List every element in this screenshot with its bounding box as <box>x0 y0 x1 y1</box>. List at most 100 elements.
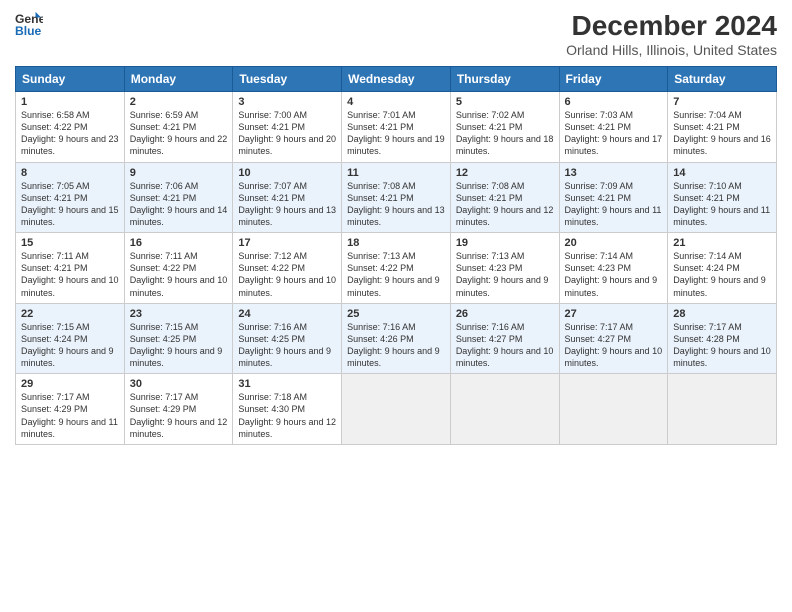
calendar-cell: 20Sunrise: 7:14 AMSunset: 4:23 PMDayligh… <box>559 233 668 304</box>
day-info: Sunrise: 7:11 AMSunset: 4:22 PMDaylight:… <box>130 250 228 299</box>
day-info: Sunrise: 7:05 AMSunset: 4:21 PMDaylight:… <box>21 180 119 229</box>
calendar-cell: 19Sunrise: 7:13 AMSunset: 4:23 PMDayligh… <box>450 233 559 304</box>
day-number: 14 <box>673 167 771 179</box>
title-block: December 2024 Orland Hills, Illinois, Un… <box>566 10 777 58</box>
day-number: 23 <box>130 308 228 320</box>
day-number: 22 <box>21 308 119 320</box>
day-number: 6 <box>565 96 663 108</box>
day-info: Sunrise: 7:16 AMSunset: 4:25 PMDaylight:… <box>238 321 336 370</box>
day-info: Sunrise: 7:02 AMSunset: 4:21 PMDaylight:… <box>456 109 554 158</box>
day-info: Sunrise: 7:16 AMSunset: 4:26 PMDaylight:… <box>347 321 445 370</box>
calendar-cell: 18Sunrise: 7:13 AMSunset: 4:22 PMDayligh… <box>342 233 451 304</box>
day-info: Sunrise: 7:09 AMSunset: 4:21 PMDaylight:… <box>565 180 663 229</box>
weekday-header: Tuesday <box>233 67 342 92</box>
calendar-cell <box>342 374 451 445</box>
day-number: 5 <box>456 96 554 108</box>
calendar-cell: 25Sunrise: 7:16 AMSunset: 4:26 PMDayligh… <box>342 303 451 374</box>
day-number: 3 <box>238 96 336 108</box>
weekday-header: Saturday <box>668 67 777 92</box>
day-info: Sunrise: 7:13 AMSunset: 4:22 PMDaylight:… <box>347 250 445 299</box>
calendar-week-row: 29Sunrise: 7:17 AMSunset: 4:29 PMDayligh… <box>16 374 777 445</box>
day-info: Sunrise: 7:08 AMSunset: 4:21 PMDaylight:… <box>456 180 554 229</box>
calendar-cell: 4Sunrise: 7:01 AMSunset: 4:21 PMDaylight… <box>342 92 451 163</box>
day-number: 2 <box>130 96 228 108</box>
header: General Blue December 2024 Orland Hills,… <box>15 10 777 58</box>
day-info: Sunrise: 7:15 AMSunset: 4:24 PMDaylight:… <box>21 321 119 370</box>
day-number: 29 <box>21 378 119 390</box>
day-number: 31 <box>238 378 336 390</box>
calendar-cell: 12Sunrise: 7:08 AMSunset: 4:21 PMDayligh… <box>450 162 559 233</box>
calendar-cell: 9Sunrise: 7:06 AMSunset: 4:21 PMDaylight… <box>124 162 233 233</box>
calendar-cell: 3Sunrise: 7:00 AMSunset: 4:21 PMDaylight… <box>233 92 342 163</box>
day-info: Sunrise: 7:06 AMSunset: 4:21 PMDaylight:… <box>130 180 228 229</box>
calendar-cell: 30Sunrise: 7:17 AMSunset: 4:29 PMDayligh… <box>124 374 233 445</box>
day-number: 26 <box>456 308 554 320</box>
day-info: Sunrise: 7:14 AMSunset: 4:23 PMDaylight:… <box>565 250 663 299</box>
day-info: Sunrise: 7:17 AMSunset: 4:29 PMDaylight:… <box>21 391 119 440</box>
weekday-header: Sunday <box>16 67 125 92</box>
logo-icon: General Blue <box>15 10 43 38</box>
day-info: Sunrise: 7:15 AMSunset: 4:25 PMDaylight:… <box>130 321 228 370</box>
weekday-header: Friday <box>559 67 668 92</box>
day-number: 9 <box>130 167 228 179</box>
calendar-cell <box>668 374 777 445</box>
day-info: Sunrise: 7:17 AMSunset: 4:28 PMDaylight:… <box>673 321 771 370</box>
day-info: Sunrise: 6:58 AMSunset: 4:22 PMDaylight:… <box>21 109 119 158</box>
day-number: 30 <box>130 378 228 390</box>
calendar-cell: 13Sunrise: 7:09 AMSunset: 4:21 PMDayligh… <box>559 162 668 233</box>
calendar-cell: 26Sunrise: 7:16 AMSunset: 4:27 PMDayligh… <box>450 303 559 374</box>
day-info: Sunrise: 7:00 AMSunset: 4:21 PMDaylight:… <box>238 109 336 158</box>
calendar-cell: 28Sunrise: 7:17 AMSunset: 4:28 PMDayligh… <box>668 303 777 374</box>
day-info: Sunrise: 7:18 AMSunset: 4:30 PMDaylight:… <box>238 391 336 440</box>
calendar-cell: 22Sunrise: 7:15 AMSunset: 4:24 PMDayligh… <box>16 303 125 374</box>
day-number: 28 <box>673 308 771 320</box>
weekday-header: Monday <box>124 67 233 92</box>
calendar-cell: 17Sunrise: 7:12 AMSunset: 4:22 PMDayligh… <box>233 233 342 304</box>
day-number: 16 <box>130 237 228 249</box>
calendar-cell: 6Sunrise: 7:03 AMSunset: 4:21 PMDaylight… <box>559 92 668 163</box>
day-number: 18 <box>347 237 445 249</box>
calendar-cell: 31Sunrise: 7:18 AMSunset: 4:30 PMDayligh… <box>233 374 342 445</box>
calendar-week-row: 15Sunrise: 7:11 AMSunset: 4:21 PMDayligh… <box>16 233 777 304</box>
day-info: Sunrise: 7:04 AMSunset: 4:21 PMDaylight:… <box>673 109 771 158</box>
day-info: Sunrise: 7:11 AMSunset: 4:21 PMDaylight:… <box>21 250 119 299</box>
day-info: Sunrise: 7:16 AMSunset: 4:27 PMDaylight:… <box>456 321 554 370</box>
calendar-week-row: 22Sunrise: 7:15 AMSunset: 4:24 PMDayligh… <box>16 303 777 374</box>
day-info: Sunrise: 7:12 AMSunset: 4:22 PMDaylight:… <box>238 250 336 299</box>
day-number: 8 <box>21 167 119 179</box>
calendar-cell: 23Sunrise: 7:15 AMSunset: 4:25 PMDayligh… <box>124 303 233 374</box>
calendar-cell: 10Sunrise: 7:07 AMSunset: 4:21 PMDayligh… <box>233 162 342 233</box>
day-number: 24 <box>238 308 336 320</box>
day-number: 19 <box>456 237 554 249</box>
calendar-week-row: 1Sunrise: 6:58 AMSunset: 4:22 PMDaylight… <box>16 92 777 163</box>
calendar-cell: 14Sunrise: 7:10 AMSunset: 4:21 PMDayligh… <box>668 162 777 233</box>
logo: General Blue <box>15 10 43 38</box>
calendar-cell <box>559 374 668 445</box>
day-number: 4 <box>347 96 445 108</box>
day-info: Sunrise: 7:10 AMSunset: 4:21 PMDaylight:… <box>673 180 771 229</box>
svg-text:Blue: Blue <box>15 24 42 38</box>
calendar-cell: 27Sunrise: 7:17 AMSunset: 4:27 PMDayligh… <box>559 303 668 374</box>
day-number: 10 <box>238 167 336 179</box>
calendar-cell: 21Sunrise: 7:14 AMSunset: 4:24 PMDayligh… <box>668 233 777 304</box>
day-info: Sunrise: 7:07 AMSunset: 4:21 PMDaylight:… <box>238 180 336 229</box>
calendar-cell: 2Sunrise: 6:59 AMSunset: 4:21 PMDaylight… <box>124 92 233 163</box>
day-info: Sunrise: 7:03 AMSunset: 4:21 PMDaylight:… <box>565 109 663 158</box>
day-number: 27 <box>565 308 663 320</box>
calendar-cell: 11Sunrise: 7:08 AMSunset: 4:21 PMDayligh… <box>342 162 451 233</box>
calendar-cell: 29Sunrise: 7:17 AMSunset: 4:29 PMDayligh… <box>16 374 125 445</box>
day-number: 12 <box>456 167 554 179</box>
calendar-week-row: 8Sunrise: 7:05 AMSunset: 4:21 PMDaylight… <box>16 162 777 233</box>
day-number: 1 <box>21 96 119 108</box>
day-number: 11 <box>347 167 445 179</box>
calendar-cell <box>450 374 559 445</box>
day-info: Sunrise: 7:14 AMSunset: 4:24 PMDaylight:… <box>673 250 771 299</box>
calendar-header-row: SundayMondayTuesdayWednesdayThursdayFrid… <box>16 67 777 92</box>
day-info: Sunrise: 7:17 AMSunset: 4:29 PMDaylight:… <box>130 391 228 440</box>
calendar-cell: 5Sunrise: 7:02 AMSunset: 4:21 PMDaylight… <box>450 92 559 163</box>
day-number: 17 <box>238 237 336 249</box>
day-number: 25 <box>347 308 445 320</box>
calendar-table: SundayMondayTuesdayWednesdayThursdayFrid… <box>15 66 777 445</box>
calendar-cell: 7Sunrise: 7:04 AMSunset: 4:21 PMDaylight… <box>668 92 777 163</box>
day-info: Sunrise: 7:08 AMSunset: 4:21 PMDaylight:… <box>347 180 445 229</box>
